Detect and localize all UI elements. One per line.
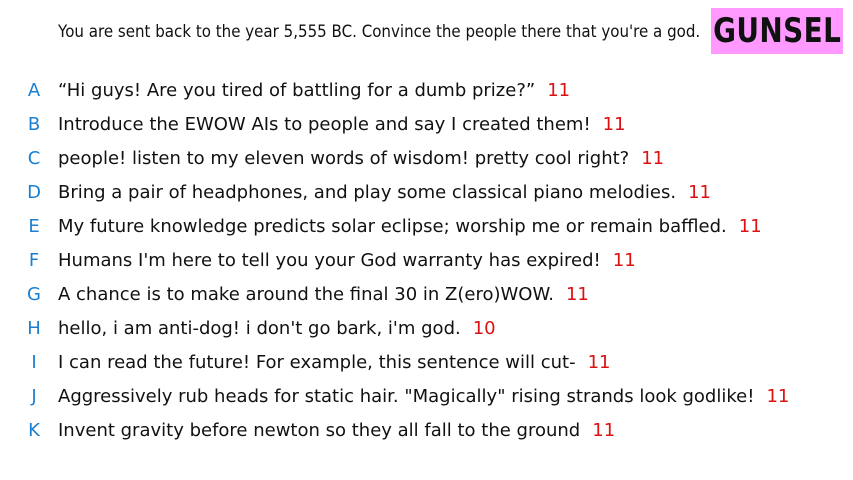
response-letter: A [27, 79, 41, 101]
response-text: Humans I'm here to tell you your God war… [58, 249, 601, 271]
prompt-text: You are sent back to the year 5,555 BC. … [58, 22, 701, 42]
response-letter: B [27, 113, 41, 135]
response-letter: D [27, 181, 41, 203]
contestant-name: GUNSEL [712, 11, 842, 51]
response-text-group: A chance is to make around the final 30 … [58, 284, 589, 305]
response-text: people! listen to my eleven words of wis… [58, 147, 630, 169]
response-row: H hello, i am anti-dog! i don't go bark,… [0, 311, 853, 345]
response-letter: C [27, 147, 41, 169]
response-text: A chance is to make around the final 30 … [58, 283, 554, 305]
response-text-group: Bring a pair of headphones, and play som… [58, 182, 711, 203]
response-row: G A chance is to make around the final 3… [0, 277, 853, 311]
response-list: A “Hi guys! Are you tired of battling fo… [0, 73, 853, 447]
word-count: 11 [547, 79, 571, 101]
response-row: F Humans I'm here to tell you your God w… [0, 243, 853, 277]
word-count: 11 [592, 419, 616, 441]
response-row: J Aggressively rub heads for static hair… [0, 379, 853, 413]
response-text: Invent gravity before newton so they all… [58, 419, 581, 441]
response-text-group: Invent gravity before newton so they all… [58, 420, 615, 441]
response-text: My future knowledge predicts solar eclip… [58, 215, 727, 237]
response-text: “Hi guys! Are you tired of battling for … [58, 79, 536, 101]
response-text: hello, i am anti-dog! i don't go bark, i… [58, 317, 461, 339]
word-count: 11 [587, 351, 611, 373]
contestant-badge: GUNSEL [711, 8, 843, 54]
word-count: 11 [565, 283, 589, 305]
response-letter: E [28, 215, 40, 237]
response-text-group: “Hi guys! Are you tired of battling for … [58, 80, 570, 101]
word-count: 10 [472, 317, 496, 339]
response-text-group: hello, i am anti-dog! i don't go bark, i… [58, 318, 496, 339]
response-text: I can read the future! For example, this… [58, 351, 576, 373]
response-text-group: Introduce the EWOW AIs to people and say… [58, 114, 626, 135]
word-count: 11 [641, 147, 665, 169]
response-row: I I can read the future! For example, th… [0, 345, 853, 379]
response-row: C people! listen to my eleven words of w… [0, 141, 853, 175]
response-row: E My future knowledge predicts solar ecl… [0, 209, 853, 243]
response-letter: J [31, 385, 37, 407]
word-count: 11 [688, 181, 711, 203]
response-text-group: Humans I'm here to tell you your God war… [58, 250, 636, 271]
response-letter: H [27, 317, 41, 339]
response-text-group: Aggressively rub heads for static hair. … [58, 386, 789, 407]
response-text-group: people! listen to my eleven words of wis… [58, 148, 664, 169]
response-text: Bring a pair of headphones, and play som… [58, 181, 677, 203]
response-letter: G [27, 283, 41, 305]
word-count: 11 [766, 385, 790, 407]
word-count: 11 [602, 113, 626, 135]
response-text-group: I can read the future! For example, this… [58, 352, 610, 373]
response-row: K Invent gravity before newton so they a… [0, 413, 853, 447]
word-count: 11 [738, 215, 762, 237]
response-row: A “Hi guys! Are you tired of battling fo… [0, 73, 853, 107]
response-letter: I [31, 351, 37, 373]
response-letter: F [28, 249, 40, 271]
response-text: Introduce the EWOW AIs to people and say… [58, 113, 591, 135]
word-count: 11 [612, 249, 636, 271]
response-row: B Introduce the EWOW AIs to people and s… [0, 107, 853, 141]
response-letter: K [28, 419, 40, 441]
response-text-group: My future knowledge predicts solar eclip… [58, 216, 762, 237]
response-row: D Bring a pair of headphones, and play s… [0, 175, 853, 209]
response-text: Aggressively rub heads for static hair. … [58, 385, 755, 407]
